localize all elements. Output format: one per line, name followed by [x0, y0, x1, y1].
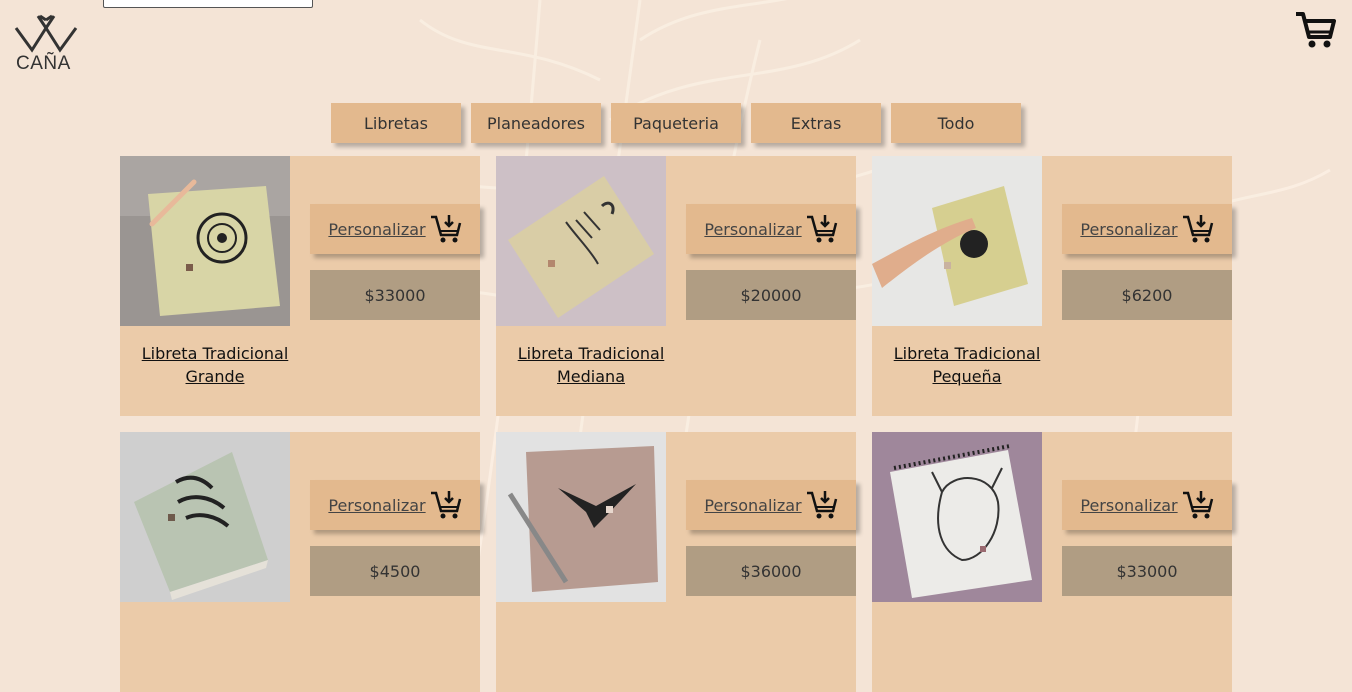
personalize-label: Personalizar: [328, 219, 426, 239]
personalize-button[interactable]: Personalizar: [1062, 204, 1232, 254]
tab-libretas[interactable]: Libretas: [331, 103, 461, 143]
product-price: $33000: [1062, 546, 1232, 596]
product-name[interactable]: Libreta Tradicional Pequeña: [872, 342, 1062, 388]
cart-add-icon: [806, 491, 837, 519]
product-image[interactable]: [120, 432, 290, 602]
product-card: Libreta Tradicional Mediana Personalizar…: [496, 156, 856, 416]
product-price: $20000: [686, 270, 856, 320]
personalize-button[interactable]: Personalizar: [686, 204, 856, 254]
tab-paqueteria[interactable]: Paqueteria: [611, 103, 741, 143]
product-image[interactable]: [496, 156, 666, 326]
product-card: Libreta Tradicional Pequeña Personalizar…: [872, 156, 1232, 416]
cart-add-icon: [806, 215, 837, 243]
personalize-label: Personalizar: [1080, 495, 1178, 515]
personalize-button[interactable]: Personalizar: [1062, 480, 1232, 530]
cart-add-icon: [1182, 215, 1213, 243]
product-price: $36000: [686, 546, 856, 596]
search-input[interactable]: [103, 0, 313, 8]
product-image[interactable]: [496, 432, 666, 602]
personalize-label: Personalizar: [1080, 219, 1178, 239]
product-name[interactable]: Libreta Tradicional Mediana: [496, 342, 686, 388]
tab-extras[interactable]: Extras: [751, 103, 881, 143]
product-card: Personalizar $4500: [120, 432, 480, 692]
product-image[interactable]: [872, 432, 1042, 602]
cart-add-icon: [1182, 491, 1213, 519]
personalize-label: Personalizar: [704, 495, 802, 515]
tab-todo[interactable]: Todo: [891, 103, 1021, 143]
brand-name: CAÑA: [16, 53, 71, 74]
personalize-button[interactable]: Personalizar: [310, 204, 480, 254]
product-card: Libreta Tradicional Grande Personalizar …: [120, 156, 480, 416]
shopping-cart-icon[interactable]: [1294, 10, 1336, 50]
product-card: Personalizar $33000: [872, 432, 1232, 692]
tab-planeadores[interactable]: Planeadores: [471, 103, 601, 143]
cart-add-icon: [430, 215, 461, 243]
product-name[interactable]: Libreta Tradicional Grande: [120, 342, 310, 388]
personalize-label: Personalizar: [328, 495, 426, 515]
product-image[interactable]: [120, 156, 290, 326]
product-card: Personalizar $36000: [496, 432, 856, 692]
product-image[interactable]: [872, 156, 1042, 326]
cart-add-icon: [430, 491, 461, 519]
product-price: $33000: [310, 270, 480, 320]
personalize-button[interactable]: Personalizar: [686, 480, 856, 530]
product-price: $6200: [1062, 270, 1232, 320]
personalize-button[interactable]: Personalizar: [310, 480, 480, 530]
personalize-label: Personalizar: [704, 219, 802, 239]
product-price: $4500: [310, 546, 480, 596]
